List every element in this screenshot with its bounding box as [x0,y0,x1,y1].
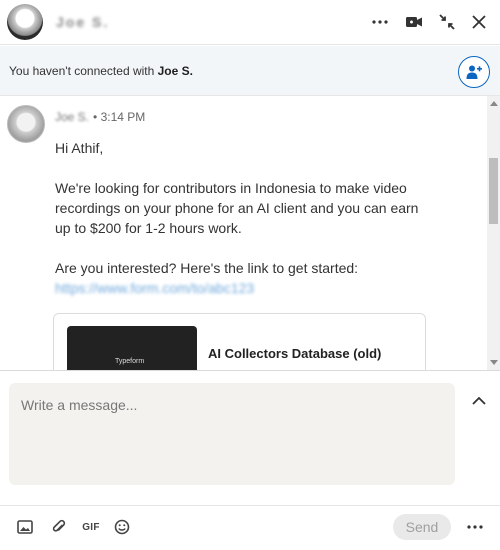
gif-button[interactable]: GIF [79,515,103,539]
not-connected-text: You haven't connected with Joe S. [9,64,193,78]
collapse-arrows-icon [439,14,455,30]
ellipsis-icon [467,525,483,529]
not-connected-banner: You haven't connected with Joe S. [0,46,500,96]
message-paragraph: Are you interested? Here's the link to g… [55,258,435,298]
attach-image-button[interactable] [13,515,37,539]
message-body: Hi Athif, We're looking for contributors… [55,138,435,318]
message-scrollbar[interactable] [487,96,500,370]
message-paragraph: We're looking for contributors in Indone… [55,180,419,236]
send-button[interactable]: Send [393,514,451,540]
preview-title[interactable]: AI Collectors Database (old) [208,346,381,361]
link-preview-card[interactable]: Typeform AI Collectors Database (old) [53,313,426,370]
video-camera-icon [406,17,422,27]
banner-contact-name[interactable]: Joe S. [158,64,193,78]
image-icon [17,520,33,534]
preview-thumbnail-label: Typeform [115,358,145,365]
message-list: Joe S. • 3:14 PM Hi Athif, We're looking … [0,96,488,370]
smiley-icon [114,519,130,535]
ellipsis-icon [372,20,388,24]
banner-prefix: You haven't connected with [9,64,158,78]
scroll-up-arrow[interactable] [490,101,498,106]
attach-file-button[interactable] [47,515,71,539]
meta-separator: • [93,110,98,124]
video-call-button[interactable] [400,8,428,36]
scroll-down-arrow[interactable] [490,360,498,365]
composer-toolbar: GIF Send [0,505,500,550]
contact-avatar[interactable] [7,4,43,40]
minimize-button[interactable] [433,8,461,36]
message-cta-text: Are you interested? Here's the link to g… [55,260,359,276]
emoji-button[interactable] [110,515,134,539]
conversation-header: Joe S. [0,0,500,45]
preview-thumbnail: Typeform [67,326,197,370]
message-link[interactable]: https://www.form.com/to/abc123 [55,280,254,296]
sender-avatar[interactable] [7,105,45,143]
chevron-up-icon [472,397,486,405]
sender-name[interactable]: Joe S. [55,110,89,124]
more-options-button[interactable] [366,8,394,36]
add-person-icon [466,65,482,79]
message-meta: Joe S. • 3:14 PM [55,110,145,124]
message-composer [0,370,500,505]
contact-name[interactable]: Joe S. [56,14,109,30]
send-options-button[interactable] [461,515,489,539]
close-button[interactable] [465,8,493,36]
message-input[interactable] [9,383,455,485]
paperclip-icon [52,519,66,532]
close-icon [472,15,486,29]
message-greeting: Hi Athif, [55,140,104,156]
expand-composer-button[interactable] [469,391,489,411]
connect-button[interactable] [458,56,490,88]
message-time: 3:14 PM [100,110,146,124]
scrollbar-thumb[interactable] [489,158,498,224]
